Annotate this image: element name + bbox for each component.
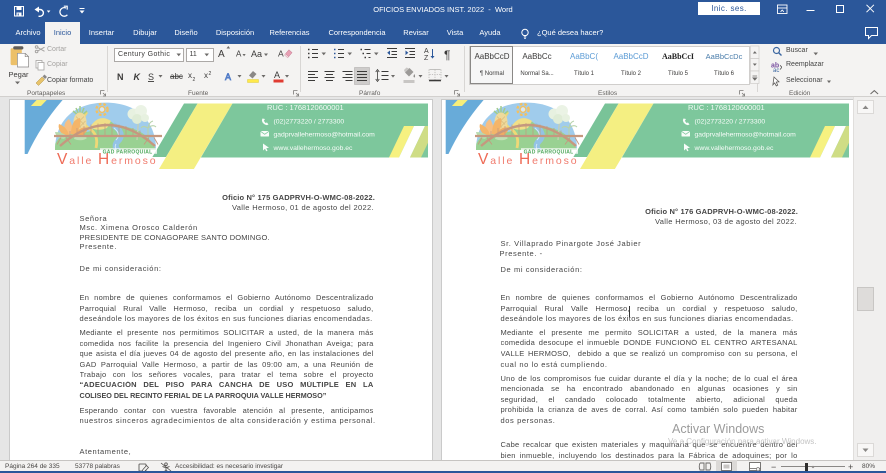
svg-text:2: 2 — [193, 77, 196, 83]
svg-text:¶: ¶ — [444, 48, 450, 62]
svg-text:2: 2 — [209, 71, 212, 77]
svg-text:Z: Z — [424, 55, 429, 62]
svg-text:A: A — [274, 70, 280, 80]
svg-text:A: A — [218, 49, 225, 60]
svg-text:S: S — [148, 72, 154, 82]
svg-text:x: x — [204, 71, 208, 80]
svg-text:abc: abc — [170, 72, 183, 81]
svg-text:A: A — [225, 72, 231, 82]
svg-text:K: K — [134, 72, 142, 82]
svg-text:A: A — [278, 49, 284, 59]
svg-text:N: N — [117, 72, 124, 82]
svg-text:ac: ac — [773, 68, 779, 74]
svg-text:A: A — [424, 48, 429, 55]
svg-text:Aa: Aa — [251, 49, 262, 59]
svg-text:A: A — [236, 50, 242, 59]
svg-text:x: x — [188, 71, 192, 80]
